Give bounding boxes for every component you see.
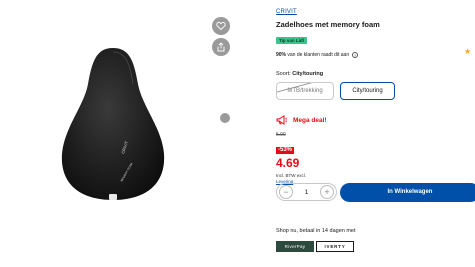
variant-label: Soort: xyxy=(276,71,291,77)
variant-option-label: MTB/trekking xyxy=(287,88,323,94)
variant-selected: City/touring xyxy=(292,71,324,77)
star-icon: ★ xyxy=(464,47,472,56)
recommend-pct: 90% xyxy=(276,52,287,58)
quantity-value[interactable]: 1 xyxy=(305,189,309,196)
quantity-stepper: − 1 + xyxy=(276,183,337,201)
payment-logos: RiverPay IVERTY xyxy=(276,241,354,252)
info-icon[interactable]: ? xyxy=(352,52,359,58)
recommend-line: 90% van de klanten raadt dit aan ? xyxy=(276,52,475,58)
iverty-logo[interactable]: IVERTY xyxy=(316,241,354,252)
product-image-area: CRIVIT MEMORY FOAM xyxy=(0,0,250,267)
discount-badge: -53% xyxy=(276,147,295,154)
heart-icon xyxy=(216,21,226,31)
variant-label-row: Soort: City/touring xyxy=(276,71,475,77)
gallery-indicator[interactable] xyxy=(220,113,230,123)
product-image: CRIVIT MEMORY FOAM xyxy=(61,48,165,200)
riverpay-logo[interactable]: RiverPay xyxy=(276,241,314,252)
variant-option-mtb[interactable]: MTB/trekking xyxy=(276,82,334,100)
tip-badge: Tip van Lidl xyxy=(276,37,307,44)
variant-options: MTB/trekking City/touring xyxy=(276,82,475,100)
cart-row: − 1 + In Winkelwagen xyxy=(276,182,475,202)
product-details: CRIVIT Zadelhoes met memory foam Tip van… xyxy=(276,9,475,184)
deal-label: Mega deal! xyxy=(293,116,327,124)
pay-later-text: Shop nu, betaal in 14 dagen met xyxy=(276,228,356,234)
variant-option-label: City/touring xyxy=(352,88,383,94)
old-price: 5.99 xyxy=(276,132,286,138)
favorite-button[interactable] xyxy=(212,17,230,35)
megaphone-icon xyxy=(276,115,288,125)
add-to-cart-button[interactable]: In Winkelwagen xyxy=(340,182,475,202)
share-button[interactable] xyxy=(212,38,230,56)
share-icon xyxy=(217,42,225,52)
brand-link[interactable]: CRIVIT xyxy=(276,9,475,15)
variant-option-city[interactable]: City/touring xyxy=(340,82,395,100)
product-title: Zadelhoes met memory foam xyxy=(276,20,380,29)
current-price: 4.69 xyxy=(276,156,300,170)
decrease-button[interactable]: − xyxy=(279,185,293,199)
recommend-text: van de klanten raadt dit aan xyxy=(287,52,350,58)
increase-button[interactable]: + xyxy=(320,185,334,199)
deal-row: Mega deal! xyxy=(276,115,475,125)
